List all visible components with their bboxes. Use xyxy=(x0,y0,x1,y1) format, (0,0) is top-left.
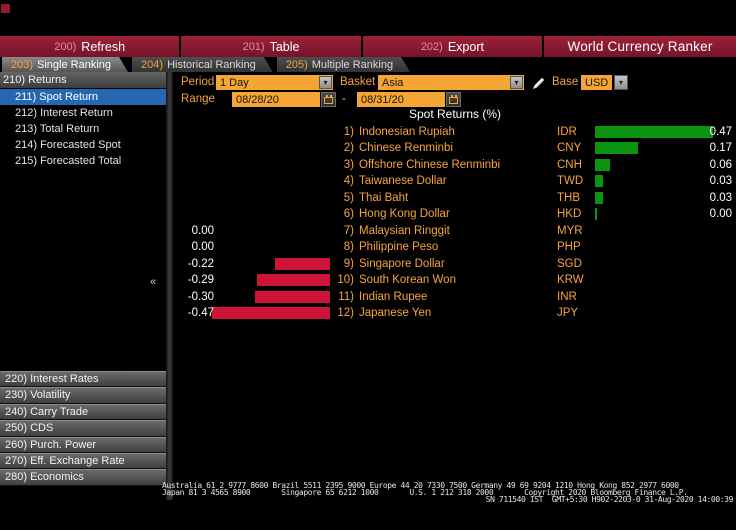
sidebar-section-250-cds[interactable]: 250) CDS xyxy=(0,420,166,437)
currency-name: Indonesian Rupiah xyxy=(359,126,455,138)
sidebar-section-270-eff-exchange-rate[interactable]: 270) Eff. Exchange Rate xyxy=(0,452,166,470)
currency-code: PHP xyxy=(557,241,581,254)
row-value: 0.00 xyxy=(709,208,732,221)
currency-row-myr[interactable]: 7) Malaysian Ringgit MYR 0.00 xyxy=(173,223,736,239)
row-rank: 2) xyxy=(343,142,354,155)
currency-name: Taiwanese Dollar xyxy=(359,175,447,188)
terminal-screen: 200) Refresh 201) Table 202) Export World Cur… xyxy=(0,0,736,530)
currency-row-jpy[interactable]: 12) Japanese Yen JPY -0.47 xyxy=(173,305,736,321)
sidebar-item-213-total-return[interactable]: 213) Total Return xyxy=(0,121,166,137)
row-rank: 7) xyxy=(343,224,354,237)
currency-code: THB xyxy=(557,191,580,204)
row-value: 0.47 xyxy=(709,126,732,138)
currency-row-inr[interactable]: 11) Indian Rupee INR -0.30 xyxy=(173,289,736,305)
row-value: 0.03 xyxy=(709,175,732,188)
currency-code: HKD xyxy=(557,208,582,221)
currency-name: Malaysian Ringgit xyxy=(359,224,450,237)
currency-name: Offshore Chinese Renminbi xyxy=(359,158,501,171)
currency-row-hkd[interactable]: 6) Hong Kong Dollar HKD 0.00 xyxy=(173,206,736,222)
tab-label: Single Ranking xyxy=(37,58,112,71)
currency-name: Philippine Peso xyxy=(359,241,439,254)
toolbar-button-number: 200) xyxy=(54,40,77,53)
positive-bar xyxy=(595,208,597,221)
currency-code: CNY xyxy=(557,142,582,155)
positive-bar xyxy=(595,175,603,188)
currency-code: JPY xyxy=(557,306,579,319)
currency-code: IDR xyxy=(557,126,577,138)
sidebar-collapse-icon[interactable]: « xyxy=(150,276,156,288)
currency-row-sgd[interactable]: 9) Singapore Dollar SGD -0.22 xyxy=(173,256,736,272)
sidebar-section-220-interest-rates[interactable]: 220) Interest Rates xyxy=(0,371,166,388)
row-value: -0.22 xyxy=(187,257,214,270)
currency-name: Indian Rupee xyxy=(359,290,428,303)
sidebar-item-211-spot-return[interactable]: 211) Spot Return xyxy=(0,89,166,105)
currency-row-thb[interactable]: 5) Thai Baht THB 0.03 xyxy=(173,190,736,206)
toolbar-button-label: Refresh xyxy=(81,39,126,54)
currency-row-cnh[interactable]: 3) Offshore Chinese Renminbi CNH 0.06 xyxy=(173,157,736,173)
currency-name: Hong Kong Dollar xyxy=(359,208,450,221)
row-value: 0.17 xyxy=(709,142,732,155)
currency-name: Chinese Renminbi xyxy=(359,142,453,155)
negative-bar xyxy=(212,306,330,319)
window-corner-marker xyxy=(1,4,10,13)
negative-bar xyxy=(257,274,330,287)
currency-name: South Korean Won xyxy=(359,274,456,287)
currency-name: Japanese Yen xyxy=(359,306,432,319)
currency-row-php[interactable]: 8) Philippine Peso PHP 0.00 xyxy=(173,239,736,255)
row-value: -0.29 xyxy=(187,274,214,287)
currency-row-idr[interactable]: 1) Indonesian Rupiah IDR 0.47 xyxy=(173,124,736,140)
row-rank: 5) xyxy=(343,191,354,204)
currency-code: CNH xyxy=(557,158,582,171)
negative-bar xyxy=(255,290,330,303)
positive-bar xyxy=(595,191,603,204)
row-rank: 4) xyxy=(343,175,354,188)
currency-name: Singapore Dollar xyxy=(359,257,445,270)
sidebar-sections: 220) Interest Rates 230) Volatility 240) C… xyxy=(0,371,166,486)
row-rank: 1) xyxy=(343,126,354,138)
currency-name: Thai Baht xyxy=(359,191,409,204)
tab-number: 204) xyxy=(141,58,164,71)
row-value: -0.30 xyxy=(187,290,214,303)
sidebar-item-212-interest-return[interactable]: 212) Interest Return xyxy=(0,105,166,121)
sidebar-section-280-economics[interactable]: 280) Economics xyxy=(0,469,166,486)
currency-code: SGD xyxy=(557,257,582,270)
tab-number: 203) xyxy=(11,58,34,71)
row-value: 0.06 xyxy=(709,158,732,171)
sidebar-item-214-forecasted-spot[interactable]: 214) Forecasted Spot xyxy=(0,137,166,153)
sidebar-section-230-volatility[interactable]: 230) Volatility xyxy=(0,387,166,404)
row-value: 0.00 xyxy=(191,224,214,237)
row-rank: 8) xyxy=(343,241,354,254)
positive-bar xyxy=(595,158,610,171)
sidebar-items: 211) Spot Return 212) Interest Return 213)… xyxy=(0,89,166,169)
negative-bar xyxy=(275,257,330,270)
currency-row-cny[interactable]: 2) Chinese Renminbi CNY 0.17 xyxy=(173,140,736,156)
positive-bar xyxy=(595,142,638,155)
sidebar-splitter[interactable] xyxy=(166,72,173,500)
sidebar-section-240-carry-trade[interactable]: 240) Carry Trade xyxy=(0,403,166,421)
currency-code: MYR xyxy=(557,224,583,237)
row-rank: 6) xyxy=(343,208,354,221)
currency-ranking-chart: 1) Indonesian Rupiah IDR 0.47 2) Chinese Renm… xyxy=(173,0,736,340)
row-value: 0.00 xyxy=(191,241,214,254)
status-line-session: SN 711540 IST GMT+5:30 H902-2203-0 31-Au… xyxy=(485,495,734,504)
row-value: 0.03 xyxy=(709,191,732,204)
row-rank: 3) xyxy=(343,158,354,171)
currency-code: TWD xyxy=(557,175,584,188)
currency-code: KRW xyxy=(557,274,584,287)
sidebar-header-returns[interactable]: 210) Returns xyxy=(0,72,166,88)
sidebar-section-260-purch-power[interactable]: 260) Purch. Power xyxy=(0,436,166,453)
currency-code: INR xyxy=(557,290,577,303)
currency-row-twd[interactable]: 4) Taiwanese Dollar TWD 0.03 xyxy=(173,173,736,189)
toolbar-button-refresh[interactable]: 200) Refresh xyxy=(0,36,180,57)
currency-row-krw[interactable]: 10) South Korean Won KRW -0.29 xyxy=(173,272,736,288)
sidebar-item-215-forecasted-total[interactable]: 215) Forecasted Total xyxy=(0,153,166,169)
row-value: -0.47 xyxy=(187,306,214,319)
tab-single-ranking[interactable]: 203) Single Ranking xyxy=(2,57,128,72)
